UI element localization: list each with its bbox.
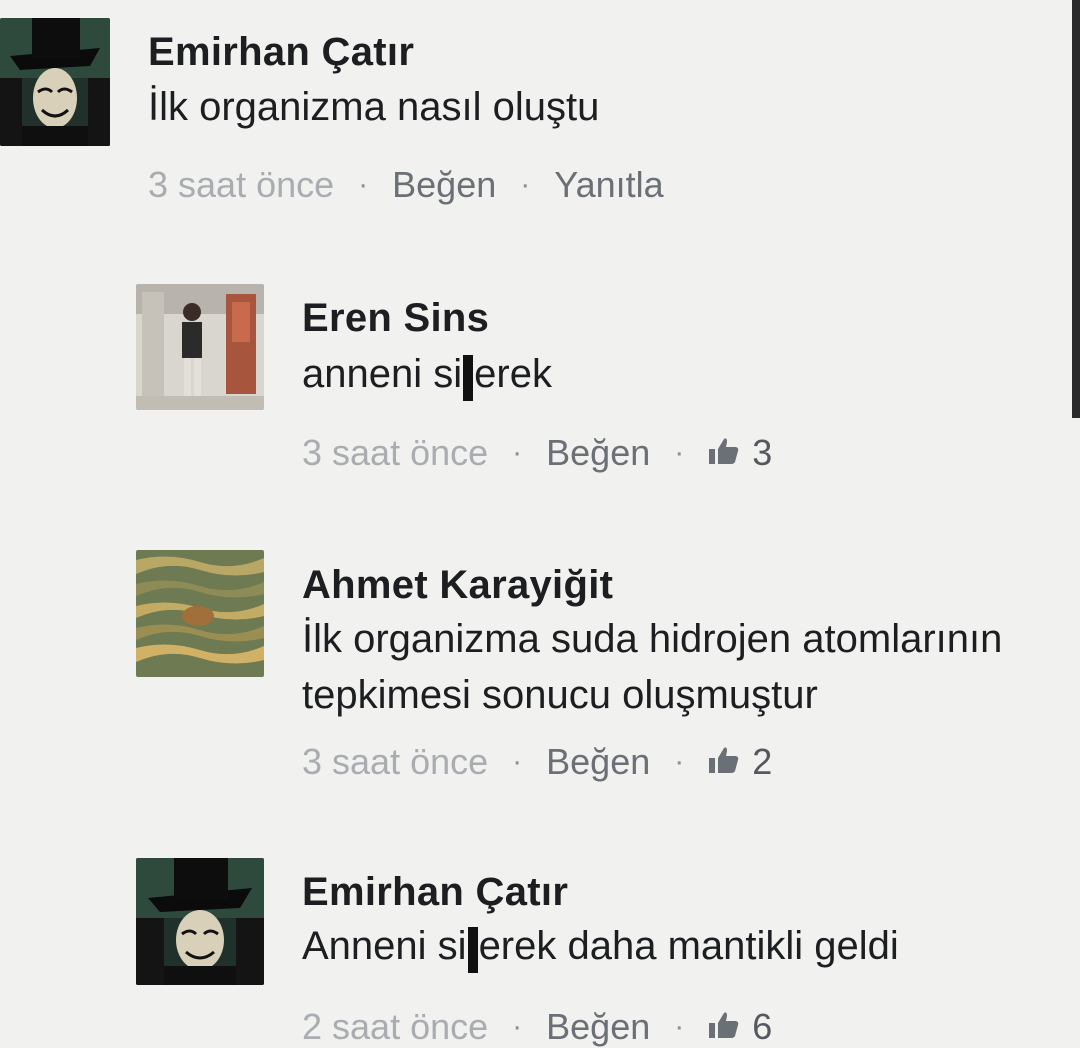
separator-dot: · [520,168,531,201]
like-button[interactable]: Beğen [546,432,650,474]
comment-text: İlk organizma nasıl oluştu [148,85,600,129]
censor-bar [467,927,478,973]
comment-meta: 3 saat önce · Beğen · 3 [302,432,772,474]
comment-time[interactable]: 3 saat önce [302,741,488,783]
separator-dot: · [674,745,685,778]
comment-4: Emirhan Çatır Anneni si erek daha mantikl… [0,0,1080,1047]
comment-text-start: anneni si [302,352,463,396]
avatar-eren[interactable] [136,284,264,410]
like-count: 6 [752,1006,773,1047]
censor-bar [463,355,474,401]
comment-1: Emirhan Çatır İlk organizma nasıl oluştu… [0,0,1080,230]
comment-meta: 3 saat önce · Beğen · Yanıtla [148,164,664,206]
comment-meta: 2 saat önce · Beğen · 6 [302,1006,772,1048]
separator-dot: · [674,436,685,469]
masked-figure-avatar-icon [0,18,110,146]
comment-text: Anneni si erek daha mantikli geldi [302,917,899,975]
comment-author[interactable]: Emirhan Çatır [302,870,568,915]
water-texture-avatar-icon [136,550,264,677]
comment-text-end: erek daha mantikli geldi [478,924,899,968]
reply-button[interactable]: Yanıtla [554,164,663,206]
person-photo-avatar-icon [136,284,264,410]
avatar-ahmet[interactable] [136,550,264,677]
separator-dot: · [674,1010,685,1043]
like-button[interactable]: Beğen [392,164,496,206]
thumbs-up-icon[interactable] [708,1006,740,1048]
comment-author[interactable]: Emirhan Çatır [148,30,414,75]
separator-dot: · [512,1010,523,1043]
like-count: 2 [752,741,773,782]
comment-text-line-2: tepkimesi sonucu oluşmuştur [302,673,818,717]
like-button[interactable]: Beğen [546,741,650,783]
comment-time[interactable]: 2 saat önce [302,1006,488,1048]
avatar-emirhan[interactable] [136,858,264,985]
thumbs-up-icon[interactable] [708,741,740,783]
comment-text-start: Anneni si [302,924,467,968]
thumbs-up-icon[interactable] [708,432,740,474]
avatar-emirhan[interactable] [0,18,110,146]
separator-dot: · [512,745,523,778]
separator-dot: · [358,168,369,201]
like-button[interactable]: Beğen [546,1006,650,1048]
comment-meta: 3 saat önce · Beğen · 2 [302,741,772,783]
separator-dot: · [512,436,523,469]
comment-author[interactable]: Eren Sins [302,296,489,341]
comment-time[interactable]: 3 saat önce [148,164,334,206]
like-count: 3 [752,432,773,473]
comment-text: anneni si erek [302,345,552,403]
masked-figure-avatar-icon [136,858,264,985]
comment-author[interactable]: Ahmet Karayiğit [302,563,613,608]
comment-text-line-1: İlk organizma suda hidrojen atomlarının [302,617,1003,661]
comment-time[interactable]: 3 saat önce [302,432,488,474]
comment-text-end: erek [474,352,552,396]
